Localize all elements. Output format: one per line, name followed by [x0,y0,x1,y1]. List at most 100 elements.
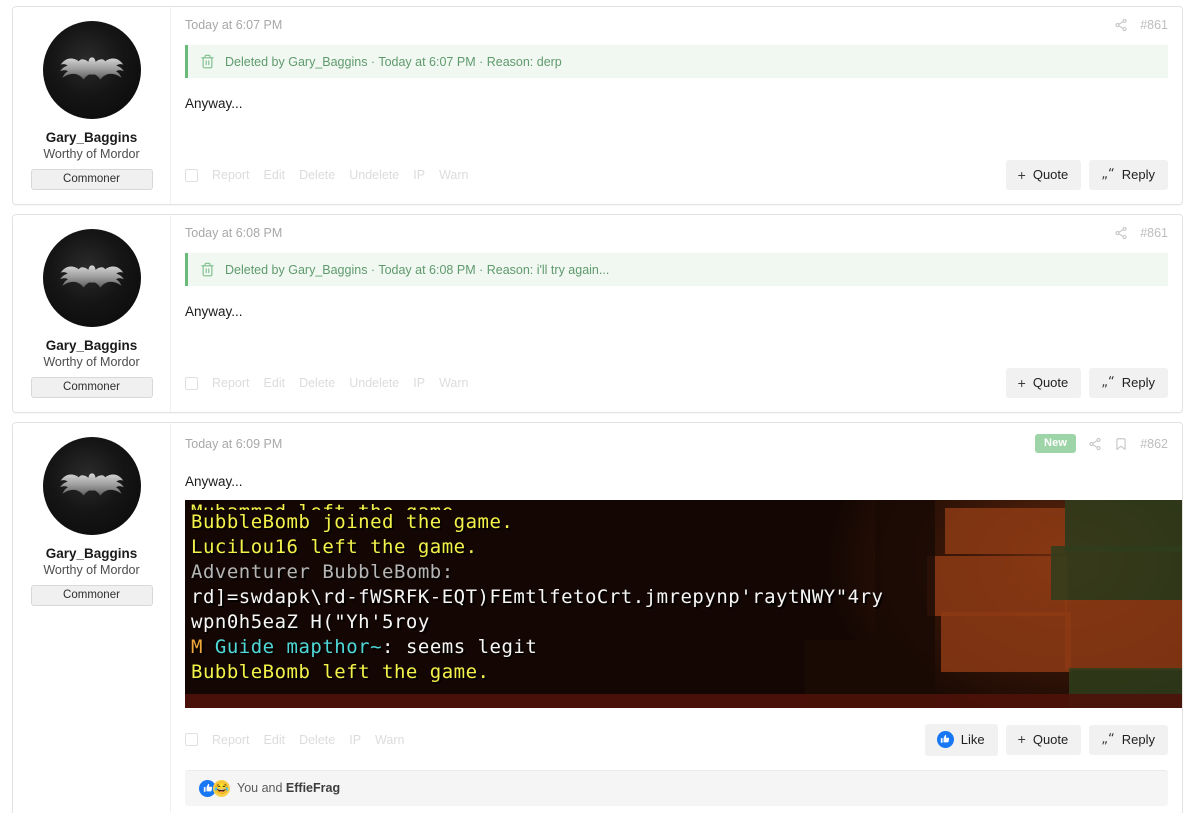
reply-button[interactable]: „“ Reply [1089,368,1168,398]
plus-icon: + [1017,374,1026,391]
plus-icon: + [1017,166,1026,183]
post-timestamp[interactable]: Today at 6:09 PM [185,437,282,451]
post-user-column: Gary_Baggins Worthy of Mordor Commoner [13,7,171,204]
quote-button-label: Quote [1032,167,1069,182]
mc-chat-text: Muhammad left the game. [191,501,466,510]
mc-chat-line: BubbleBomb left the game. [191,660,1181,685]
post-user-column: Gary_Baggins Worthy of Mordor Commoner [13,423,171,813]
mc-chat-line: LuciLou16 left the game. [191,535,1181,560]
action-report[interactable]: Report [212,376,250,390]
post-action-bar: Report Edit Delete Undelete IP Warn + Quote „“ Re… [171,144,1182,204]
action-delete[interactable]: Delete [299,733,335,747]
avatar[interactable] [42,21,141,119]
post-action-bar: Report Edit Delete IP Warn Like + Quote „“ Reply [171,708,1182,770]
reply-button[interactable]: „“ Reply [1089,160,1168,190]
forum-post-list: Gary_Baggins Worthy of Mordor Commoner Toda… [0,0,1195,813]
username[interactable]: Gary_Baggins [21,546,162,561]
reaction-username[interactable]: EffieFrag [286,781,340,795]
mc-chat-line: wpn0h5eaZ H("Yh'5roy [191,610,1181,635]
action-ip[interactable]: IP [349,733,361,747]
quote-button[interactable]: + Quote [1005,160,1082,190]
post-select-checkbox[interactable] [185,168,198,182]
trash-icon [200,54,215,69]
post-select-checkbox[interactable] [185,376,198,390]
mc-scene-floor [185,693,1182,708]
user-title: Worthy of Mordor [43,563,140,577]
user-rank-badge: Commoner [30,169,153,190]
share-icon[interactable] [1114,226,1128,240]
deleted-notice: Deleted by Gary_Baggins · Today at 6:08 … [185,253,1168,286]
post-body: Anyway...Muhammad left the game.BubbleBo… [171,458,1182,708]
share-icon[interactable] [1114,18,1128,32]
deleted-notice: Deleted by Gary_Baggins · Today at 6:07 … [185,45,1168,78]
post-reply-actions: Like + Quote „“ Reply [924,723,1168,756]
laughing-emoji-icon: 😂 [213,779,230,797]
action-edit[interactable]: Edit [264,733,286,747]
avatar[interactable] [42,437,141,535]
action-edit[interactable]: Edit [264,376,286,390]
reaction-icons: 😂 [199,779,230,797]
post-number[interactable]: #861 [1140,226,1168,240]
bookmark-icon[interactable] [1114,437,1128,451]
post-action-bar: Report Edit Delete Undelete IP Warn + Quote „“ Re… [171,352,1182,412]
mc-chat-username: Guide mapthor~ [214,635,383,658]
action-report[interactable]: Report [212,733,250,747]
mc-chat-body: seems legit [405,635,538,658]
action-warn[interactable]: Warn [439,376,468,390]
user-title: Worthy of Mordor [43,147,140,161]
action-report[interactable]: Report [212,168,250,182]
post-header-actions: #861 [1114,18,1168,32]
new-badge: New [1034,434,1077,453]
post-header: Today at 6:09 PM New #862 [171,423,1182,458]
action-ip[interactable]: IP [413,168,425,182]
post-main-column: Today at 6:07 PM #861 Deleted by Gary_Bagg… [171,7,1182,204]
action-delete[interactable]: Delete [299,168,335,182]
action-undelete[interactable]: Undelete [349,376,399,390]
deleted-notice-text: Deleted by Gary_Baggins · Today at 6:08 … [225,262,610,277]
quote-marks-icon: „“ [1101,375,1115,390]
post-number[interactable]: #861 [1140,18,1168,32]
post-number[interactable]: #862 [1140,437,1168,451]
minecraft-screenshot-attachment[interactable]: Muhammad left the game.BubbleBomb joined… [185,499,1182,708]
post-header-actions: #861 [1114,226,1168,240]
mc-chat-log: Muhammad left the game.BubbleBomb joined… [191,500,1181,685]
post-body: Deleted by Gary_Baggins · Today at 6:07 … [171,37,1182,144]
mc-chat-text: BubbleBomb left the game. [191,660,490,683]
action-warn[interactable]: Warn [375,733,404,747]
post-timestamp[interactable]: Today at 6:07 PM [185,18,282,32]
action-delete[interactable]: Delete [299,376,335,390]
post-reply-actions: + Quote „“ Reply [1005,160,1168,190]
mc-chat-prefix: M [191,635,215,658]
user-title: Worthy of Mordor [43,355,140,369]
action-ip[interactable]: IP [413,376,425,390]
mc-chat-text: LuciLou16 left the game. [191,535,478,558]
action-undelete[interactable]: Undelete [349,168,399,182]
action-warn[interactable]: Warn [439,168,468,182]
action-edit[interactable]: Edit [264,168,286,182]
post-header: Today at 6:08 PM #861 [171,215,1182,245]
mc-chat-line: Adventurer BubbleBomb: [191,560,1181,585]
mc-chat-line: rd]=swdapk\rd-fWSRFK-EQT)FEmtlfetoCrt.jm… [191,585,1181,610]
mc-chat-line: M Guide mapthor~: seems legit [191,635,1181,660]
avatar[interactable] [42,229,141,327]
post-main-column: Today at 6:09 PM New #862 Anyway... Muhammad… [171,423,1182,813]
mc-chat-text: Adventurer BubbleBomb: [191,560,454,583]
quote-button[interactable]: + Quote [1005,368,1082,398]
post-861: Gary_Baggins Worthy of Mordor Commoner Toda… [12,214,1183,413]
thumbs-up-icon [936,730,954,748]
reply-button-label: Reply [1121,375,1155,390]
deleted-notice-text: Deleted by Gary_Baggins · Today at 6:07 … [225,54,562,69]
reaction-bar[interactable]: 😂 You and EffieFrag [185,769,1168,806]
post-timestamp[interactable]: Today at 6:08 PM [185,226,282,240]
reply-button[interactable]: „“ Reply [1089,724,1168,755]
like-button[interactable]: Like [924,723,998,756]
share-icon[interactable] [1088,437,1102,451]
like-button-label: Like [960,731,985,747]
mc-chat-line: Muhammad left the game. [191,500,1181,510]
quote-button[interactable]: + Quote [1005,724,1082,755]
username[interactable]: Gary_Baggins [21,130,162,145]
post-select-checkbox[interactable] [185,733,198,747]
reply-button-label: Reply [1121,731,1155,747]
post-861: Gary_Baggins Worthy of Mordor Commoner Toda… [12,6,1183,205]
username[interactable]: Gary_Baggins [21,338,162,353]
